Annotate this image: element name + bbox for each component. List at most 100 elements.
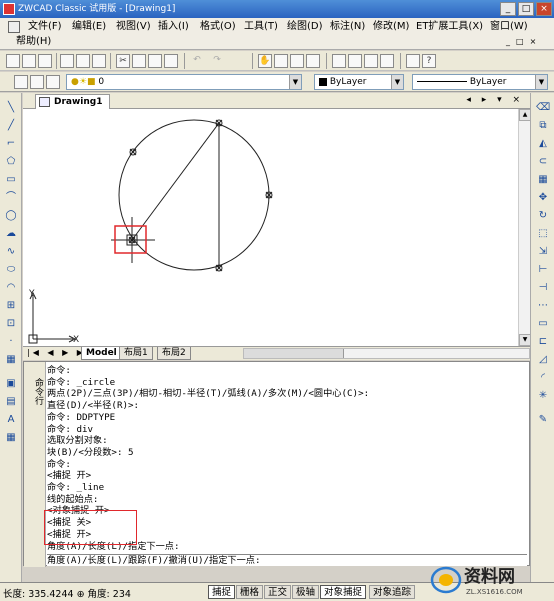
ellipse-icon[interactable]: ⬭ [4,263,18,277]
make-block-icon[interactable]: ⊡ [4,317,18,331]
snap-toggle[interactable]: 捕捉 [208,585,236,599]
menu-modify[interactable]: 修改(M) [373,20,409,34]
layer-dropdown[interactable]: ●☀■ 0 ▼ [66,74,302,90]
document-tab[interactable]: Drawing1 [35,94,110,109]
redo-icon[interactable]: ↷ [210,54,224,68]
explode-icon[interactable]: ✳ [536,389,550,403]
doc-close-button[interactable]: × [530,37,543,46]
construction-line-icon[interactable]: ╱ [4,119,18,133]
menu-et-tools[interactable]: ET扩展工具(X) [416,20,483,34]
scroll-down-icon[interactable]: ▼ [519,334,531,346]
edit-icon[interactable]: ✎ [536,413,550,427]
diagonal-line-entity[interactable] [131,122,220,241]
print-preview-icon[interactable] [76,54,90,68]
pan-icon[interactable]: ✋ [258,54,272,68]
menu-view[interactable]: 视图(V) [116,20,151,34]
color-dropdown[interactable]: ByLayer ▼ [314,74,404,90]
vertical-scrollbar[interactable]: ▲ ▼ [518,109,531,346]
maximize-button[interactable]: □ [518,2,534,16]
join-icon[interactable]: ⊏ [536,335,550,349]
break-icon[interactable]: ▭ [536,317,550,331]
design-center-icon[interactable] [348,54,362,68]
tab-layout1[interactable]: 布局1 [119,347,153,360]
menu-dimension[interactable]: 标注(N) [330,20,365,34]
copy-icon[interactable] [132,54,146,68]
doc-restore-button[interactable]: □ [516,37,530,46]
polyline-icon[interactable]: ⌐ [4,137,18,151]
tool-palette-icon[interactable] [364,54,378,68]
menu-window[interactable]: 窗口(W) [490,20,528,34]
revision-cloud-icon[interactable]: ☁ [4,227,18,241]
match-properties-icon[interactable] [164,54,178,68]
layer-previous-icon[interactable] [30,75,44,89]
circle-icon[interactable]: ◯ [4,209,18,223]
layer-state-icon[interactable] [46,75,60,89]
arc-icon[interactable]: ⌒ [4,191,18,205]
hatch-icon[interactable]: ▦ [4,353,18,367]
extend-icon[interactable]: ⊣ [536,281,550,295]
tab-controls[interactable]: ◂ ▸ ▾ × [466,95,524,105]
array-icon[interactable]: ▦ [536,173,550,187]
menu-edit[interactable]: 编辑(E) [72,20,106,34]
horizontal-scrollbar[interactable] [243,348,530,359]
paste-icon[interactable] [148,54,162,68]
ortho-toggle[interactable]: 正交 [264,585,292,599]
tab-model[interactable]: Model [81,347,122,360]
menu-format[interactable]: 格式(O) [200,20,236,34]
copy-object-icon[interactable]: ⧉ [536,119,550,133]
linetype-dropdown[interactable]: ByLayer ▼ [412,74,548,90]
rotate-icon[interactable]: ↻ [536,209,550,223]
fillet-icon[interactable]: ◜ [536,371,550,385]
markup-icon[interactable] [406,54,420,68]
circle-entity[interactable] [118,119,270,271]
publish-icon[interactable] [92,54,106,68]
tab-layout2[interactable]: 布局2 [157,347,191,360]
offset-icon[interactable]: ⊂ [536,155,550,169]
region-icon[interactable]: ▣ [4,377,18,391]
otrack-toggle[interactable]: 对象追踪 [369,585,416,599]
cut-icon[interactable]: ✂ [116,54,130,68]
grid-toggle[interactable]: 栅格 [236,585,264,599]
properties-icon[interactable] [332,54,346,68]
menu-tools[interactable]: 工具(T) [244,20,278,34]
break-at-point-icon[interactable]: ⋯ [536,299,550,313]
menu-draw[interactable]: 绘图(D) [287,20,323,34]
point-icon[interactable]: · [4,335,18,349]
close-button[interactable]: × [536,2,552,16]
drawing-canvas[interactable]: Y X [23,109,518,346]
scroll-thumb[interactable] [244,349,344,358]
minimize-button[interactable]: _ [500,2,516,16]
doc-window-controls[interactable]: _□× [506,35,542,49]
polygon-icon[interactable]: ⬠ [4,155,18,169]
undo-icon[interactable]: ↶ [190,54,204,68]
table-icon[interactable]: ▤ [4,395,18,409]
menu-help[interactable]: 帮助(H) [16,35,51,49]
mirror-icon[interactable]: ◭ [536,137,550,151]
menu-file[interactable]: 文件(F) [28,20,62,34]
help-icon[interactable]: ? [422,54,436,68]
doc-minimize-button[interactable]: _ [506,37,516,46]
zoom-realtime-icon[interactable] [274,54,288,68]
insert-block-icon[interactable]: ⊞ [4,299,18,313]
zoom-window-icon[interactable] [290,54,304,68]
layer-manager-icon[interactable] [14,75,28,89]
stretch-icon[interactable]: ⇲ [536,245,550,259]
menu-insert[interactable]: 插入(I) [158,20,189,34]
grid-table-icon[interactable]: ▦ [4,431,18,445]
save-icon[interactable] [38,54,52,68]
osnap-toggle[interactable]: 对象捕捉 [320,585,367,599]
scale-icon[interactable]: ⬚ [536,227,550,241]
new-icon[interactable] [6,54,20,68]
print-icon[interactable] [60,54,74,68]
scroll-up-icon[interactable]: ▲ [519,109,531,121]
spline-icon[interactable]: ∿ [4,245,18,259]
polar-toggle[interactable]: 极轴 [292,585,320,599]
trim-icon[interactable]: ⊢ [536,263,550,277]
sheet-set-icon[interactable] [380,54,394,68]
ellipse-arc-icon[interactable]: ◠ [4,281,18,295]
move-icon[interactable]: ✥ [536,191,550,205]
erase-icon[interactable]: ⌫ [536,101,550,115]
chamfer-icon[interactable]: ◿ [536,353,550,367]
zoom-previous-icon[interactable] [306,54,320,68]
open-icon[interactable] [22,54,36,68]
